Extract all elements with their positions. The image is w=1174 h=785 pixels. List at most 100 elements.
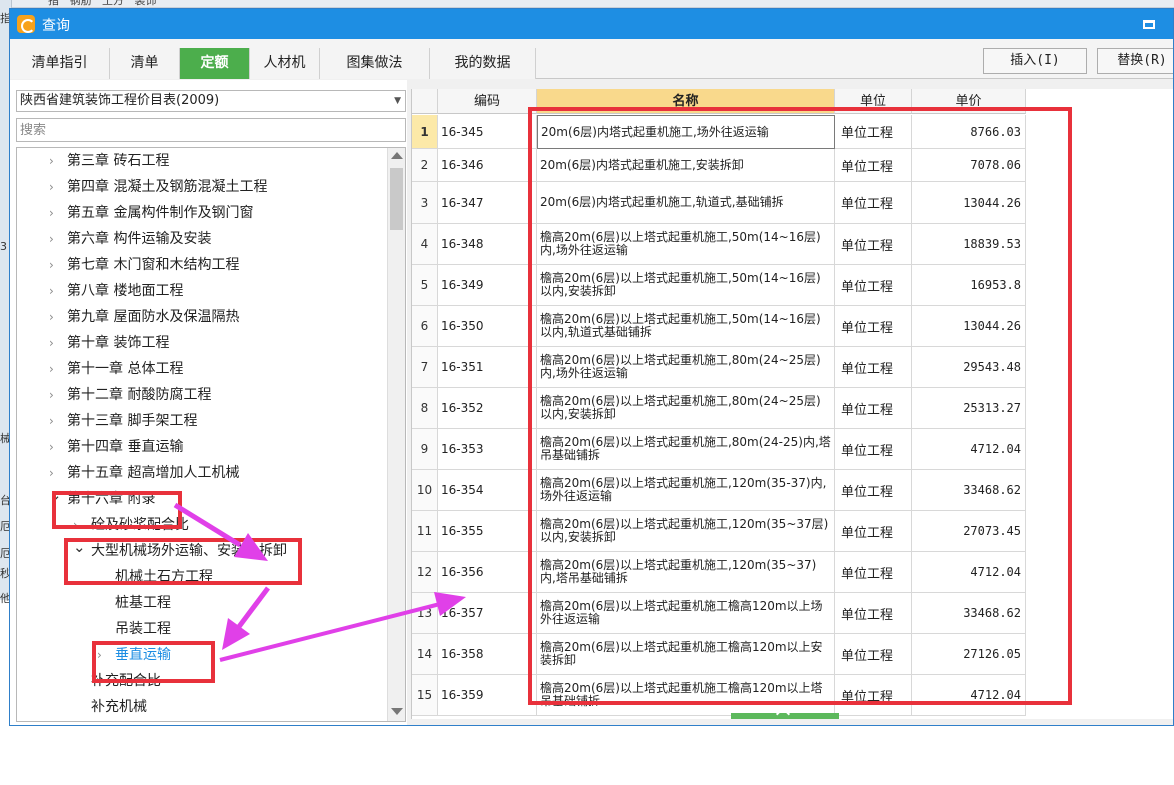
cell-idx[interactable]: 1 (412, 115, 438, 149)
chevron-right-icon[interactable]: › (97, 642, 111, 668)
cell-idx[interactable]: 12 (412, 552, 438, 593)
cell-code[interactable]: 16-347 (438, 182, 537, 224)
chevron-right-icon[interactable]: › (49, 330, 63, 356)
chevron-right-icon[interactable]: › (49, 200, 63, 226)
table-row[interactable]: 10 16-354 檐高20m(6层)以上塔式起重机施工,120m(35-37)内,… (412, 470, 1026, 511)
column-header[interactable]: 名称 (537, 89, 835, 114)
table-row[interactable]: 7 16-351 檐高20m(6层)以上塔式起重机施工,80m(24~25层)内,场… (412, 347, 1026, 388)
tab-1[interactable]: 清单 (110, 48, 180, 79)
cell-name[interactable]: 20m(6层)内塔式起重机施工,轨道式,基础铺拆 (537, 182, 835, 224)
table-row[interactable]: 5 16-349 檐高20m(6层)以上塔式起重机施工,50m(14~16层)以内,… (412, 265, 1026, 306)
cell-price[interactable]: 13044.26 (912, 182, 1026, 224)
tree-item[interactable]: ⌄ 第十六章 附录 (17, 486, 387, 512)
cell-price[interactable]: 4712.04 (912, 429, 1026, 470)
cell-code[interactable]: 16-349 (438, 265, 537, 306)
tree-item[interactable]: › 第十章 装饰工程 (17, 330, 387, 356)
cell-unit[interactable]: 单位工程 (835, 634, 912, 675)
cell-idx[interactable]: 10 (412, 470, 438, 511)
cell-name[interactable]: 檐高20m(6层)以上塔式起重机施工,80m(24~25层)内,场外往返运输 (537, 347, 835, 388)
cell-price[interactable]: 33468.62 (912, 470, 1026, 511)
table-row[interactable]: 13 16-357 檐高20m(6层)以上塔式起重机施工檐高120m以上场外往返运输… (412, 593, 1026, 634)
cell-price[interactable]: 27073.45 (912, 511, 1026, 552)
cell-price[interactable]: 4712.04 (912, 675, 1026, 716)
scroll-down-icon[interactable] (391, 708, 403, 715)
cell-idx[interactable]: 8 (412, 388, 438, 429)
table-row[interactable]: 8 16-352 檐高20m(6层)以上塔式起重机施工,80m(24~25层)以内,… (412, 388, 1026, 429)
cell-name[interactable]: 20m(6层)内塔式起重机施工,场外往返运输 (537, 115, 835, 149)
cell-idx[interactable]: 15 (412, 675, 438, 716)
tree-item[interactable]: 机械土石方工程 (17, 564, 387, 590)
column-header[interactable] (412, 89, 438, 114)
cell-code[interactable]: 16-353 (438, 429, 537, 470)
chevron-down-icon[interactable]: ⌄ (49, 482, 63, 508)
tree-item[interactable]: › 第五章 金属构件制作及钢门窗 (17, 200, 387, 226)
cell-code[interactable]: 16-355 (438, 511, 537, 552)
cell-code[interactable]: 16-352 (438, 388, 537, 429)
search-input[interactable] (16, 118, 406, 142)
tree-scrollbar[interactable] (387, 148, 405, 721)
cell-price[interactable]: 16953.8 (912, 265, 1026, 306)
table-row[interactable]: 6 16-350 檐高20m(6层)以上塔式起重机施工,50m(14~16层)以内,… (412, 306, 1026, 347)
cell-code[interactable]: 16-359 (438, 675, 537, 716)
cell-unit[interactable]: 单位工程 (835, 182, 912, 224)
cell-code[interactable]: 16-348 (438, 224, 537, 265)
cell-name[interactable]: 檐高20m(6层)以上塔式起重机施工,120m(35~37)内,塔吊基础铺拆 (537, 552, 835, 593)
cell-name[interactable]: 檐高20m(6层)以上塔式起重机施工檐高120m以上场外往返运输 (537, 593, 835, 634)
cell-code[interactable]: 16-345 (438, 115, 537, 149)
cell-name[interactable]: 檐高20m(6层)以上塔式起重机施工,120m(35-37)内,场外往返运输 (537, 470, 835, 511)
cell-code[interactable]: 16-358 (438, 634, 537, 675)
cell-price[interactable]: 33468.62 (912, 593, 1026, 634)
tree-item[interactable]: › 第六章 构件运输及安装 (17, 226, 387, 252)
cell-code[interactable]: 16-356 (438, 552, 537, 593)
cell-unit[interactable]: 单位工程 (835, 511, 912, 552)
tree-item[interactable]: › 第十一章 总体工程 (17, 356, 387, 382)
cell-unit[interactable]: 单位工程 (835, 470, 912, 511)
cell-price[interactable]: 8766.03 (912, 115, 1026, 149)
cell-name[interactable]: 檐高20m(6层)以上塔式起重机施工,50m(14~16层)内,场外往返运输 (537, 224, 835, 265)
cell-unit[interactable]: 单位工程 (835, 429, 912, 470)
cell-code[interactable]: 16-357 (438, 593, 537, 634)
cell-price[interactable]: 18839.53 (912, 224, 1026, 265)
column-header[interactable]: 单位 (835, 89, 912, 114)
cell-price[interactable]: 4712.04 (912, 552, 1026, 593)
cell-unit[interactable]: 单位工程 (835, 115, 912, 149)
cell-idx[interactable]: 3 (412, 182, 438, 224)
table-row[interactable]: 2 16-346 20m(6层)内塔式起重机施工,安装拆卸 单位工程 7078.06 (412, 149, 1026, 182)
table-row[interactable]: 14 16-358 檐高20m(6层)以上塔式起重机施工檐高120m以上安装拆卸 单位… (412, 634, 1026, 675)
cell-unit[interactable]: 单位工程 (835, 552, 912, 593)
replace-button[interactable]: 替换(R) (1097, 48, 1173, 74)
cell-price[interactable]: 25313.27 (912, 388, 1026, 429)
cell-idx[interactable]: 9 (412, 429, 438, 470)
cell-unit[interactable]: 单位工程 (835, 593, 912, 634)
cell-unit[interactable]: 单位工程 (835, 149, 912, 182)
cell-name[interactable]: 檐高20m(6层)以上塔式起重机施工檐高120m以上安装拆卸 (537, 634, 835, 675)
chevron-right-icon[interactable]: › (49, 226, 63, 252)
cell-code[interactable]: 16-350 (438, 306, 537, 347)
table-row[interactable]: 1 16-345 20m(6层)内塔式起重机施工,场外往返运输 单位工程 8766.03 (412, 115, 1026, 149)
table-row[interactable]: 4 16-348 檐高20m(6层)以上塔式起重机施工,50m(14~16层)内,场… (412, 224, 1026, 265)
cell-unit[interactable]: 单位工程 (835, 306, 912, 347)
tree-item[interactable]: › 第十二章 耐酸防腐工程 (17, 382, 387, 408)
tree-item[interactable]: › 第九章 屋面防水及保温隔热 (17, 304, 387, 330)
tree-item[interactable]: › 第十五章 超高增加人工机械 (17, 460, 387, 486)
cell-idx[interactable]: 5 (412, 265, 438, 306)
cell-name[interactable]: 檐高20m(6层)以上塔式起重机施工,120m(35~37层)以内,安装拆卸 (537, 511, 835, 552)
tree-item[interactable]: 补充配合比 (17, 668, 387, 694)
chevron-right-icon[interactable]: › (49, 356, 63, 382)
scroll-up-icon[interactable] (391, 152, 403, 159)
collapse-tab[interactable] (731, 706, 839, 719)
table-row[interactable]: 11 16-355 檐高20m(6层)以上塔式起重机施工,120m(35~37层)以… (412, 511, 1026, 552)
cell-name[interactable]: 檐高20m(6层)以上塔式起重机施工檐高120m以上塔吊基础铺拆 (537, 675, 835, 716)
cell-name[interactable]: 檐高20m(6层)以上塔式起重机施工,80m(24-25)内,塔吊基础铺拆 (537, 429, 835, 470)
cell-code[interactable]: 16-351 (438, 347, 537, 388)
library-select[interactable]: 陕西省建筑装饰工程价目表(2009) ▼ (16, 90, 406, 112)
chevron-right-icon[interactable]: › (49, 278, 63, 304)
cell-idx[interactable]: 6 (412, 306, 438, 347)
chevron-right-icon[interactable]: › (49, 434, 63, 460)
insert-button[interactable]: 插入(I) (983, 48, 1087, 74)
cell-idx[interactable]: 7 (412, 347, 438, 388)
cell-idx[interactable]: 2 (412, 149, 438, 182)
tab-5[interactable]: 我的数据 (430, 48, 536, 79)
column-header[interactable]: 编码 (438, 89, 537, 114)
cell-unit[interactable]: 单位工程 (835, 224, 912, 265)
